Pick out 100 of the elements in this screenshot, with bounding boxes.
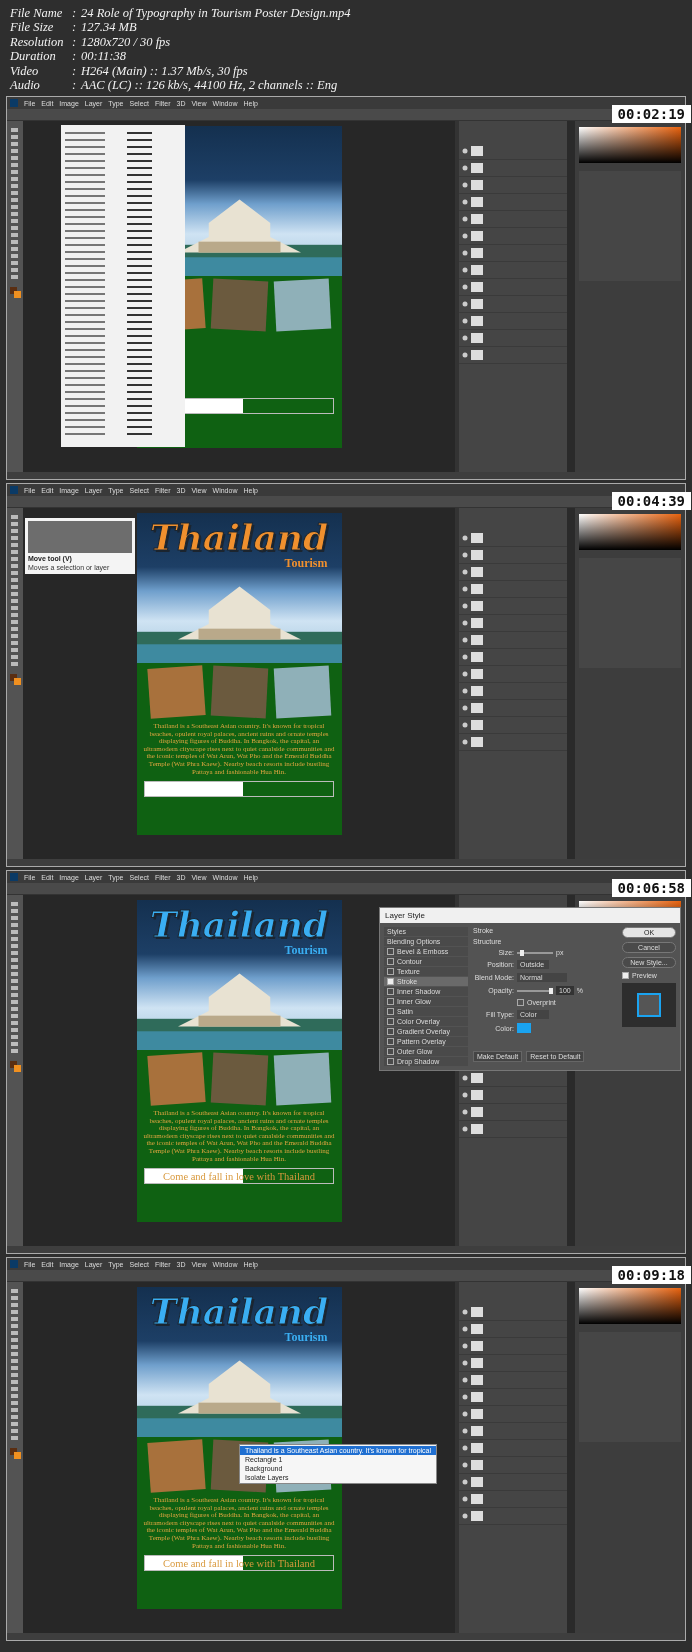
layer-row[interactable]	[459, 211, 567, 228]
layer-row[interactable]	[459, 1087, 567, 1104]
layer-row[interactable]	[459, 1304, 567, 1321]
layer-thumbnail	[471, 1426, 483, 1436]
layer-row[interactable]	[459, 700, 567, 717]
eye-icon[interactable]	[462, 1126, 468, 1132]
eye-icon[interactable]	[462, 148, 468, 154]
layer-row[interactable]	[459, 547, 567, 564]
eye-icon[interactable]	[462, 233, 468, 239]
color-swatch[interactable]	[517, 1023, 531, 1033]
eye-icon[interactable]	[462, 1411, 468, 1417]
info-label: Audio	[10, 78, 41, 93]
layer-row[interactable]	[459, 615, 567, 632]
layer-row[interactable]	[459, 1457, 567, 1474]
eye-icon[interactable]	[462, 1092, 468, 1098]
eye-icon[interactable]	[462, 1445, 468, 1451]
layer-row[interactable]	[459, 347, 567, 364]
eye-icon[interactable]	[462, 1394, 468, 1400]
layer-row[interactable]	[459, 666, 567, 683]
layer-row[interactable]	[459, 1121, 567, 1138]
layer-row[interactable]	[459, 194, 567, 211]
eye-icon[interactable]	[462, 1479, 468, 1485]
eye-icon[interactable]	[462, 603, 468, 609]
eye-icon[interactable]	[462, 1109, 468, 1115]
layer-row[interactable]	[459, 262, 567, 279]
eye-icon[interactable]	[462, 352, 468, 358]
layer-row[interactable]	[459, 1104, 567, 1121]
color-picker[interactable]	[579, 127, 681, 163]
layer-row[interactable]	[459, 598, 567, 615]
eye-icon[interactable]	[462, 301, 468, 307]
eye-icon[interactable]	[462, 1075, 468, 1081]
eye-icon[interactable]	[462, 1377, 468, 1383]
layer-row[interactable]	[459, 1491, 567, 1508]
layer-row[interactable]	[459, 1338, 567, 1355]
eye-icon[interactable]	[462, 199, 468, 205]
layer-row[interactable]	[459, 1321, 567, 1338]
layer-row[interactable]	[459, 1423, 567, 1440]
color-picker[interactable]	[579, 1288, 681, 1324]
eye-icon[interactable]	[462, 688, 468, 694]
layer-row[interactable]	[459, 581, 567, 598]
layer-row[interactable]	[459, 1406, 567, 1423]
eye-icon[interactable]	[462, 1513, 468, 1519]
photo-placeholder	[146, 665, 206, 719]
eye-icon[interactable]	[462, 1360, 468, 1366]
eye-icon[interactable]	[462, 586, 468, 592]
layer-row[interactable]	[459, 296, 567, 313]
color-picker[interactable]	[579, 514, 681, 550]
layer-row[interactable]	[459, 1508, 567, 1525]
eye-icon[interactable]	[462, 535, 468, 541]
layer-row[interactable]	[459, 313, 567, 330]
eye-icon[interactable]	[462, 335, 468, 341]
slider-thumb[interactable]	[549, 987, 554, 994]
eye-icon[interactable]	[462, 654, 468, 660]
eye-icon[interactable]	[462, 182, 468, 188]
layer-row[interactable]	[459, 1389, 567, 1406]
eye-icon[interactable]	[462, 1428, 468, 1434]
eye-icon[interactable]	[462, 318, 468, 324]
layer-thumbnail	[471, 618, 483, 628]
opacity-slider[interactable]	[517, 989, 553, 992]
layer-row[interactable]	[459, 330, 567, 347]
eye-icon[interactable]	[462, 1496, 468, 1502]
layer-thumbnail	[471, 1124, 483, 1134]
eye-icon[interactable]	[462, 722, 468, 728]
eye-icon[interactable]	[462, 1462, 468, 1468]
layer-thumbnail	[471, 669, 483, 679]
layer-row[interactable]	[459, 228, 567, 245]
eye-icon[interactable]	[462, 165, 468, 171]
layer-row[interactable]	[459, 143, 567, 160]
layer-row[interactable]	[459, 530, 567, 547]
eye-icon[interactable]	[462, 267, 468, 273]
eye-icon[interactable]	[462, 739, 468, 745]
layer-row[interactable]	[459, 649, 567, 666]
layer-row[interactable]	[459, 683, 567, 700]
eye-icon[interactable]	[462, 1326, 468, 1332]
eye-icon[interactable]	[462, 216, 468, 222]
layer-row[interactable]	[459, 245, 567, 262]
eye-icon[interactable]	[462, 1343, 468, 1349]
eye-icon[interactable]	[462, 620, 468, 626]
layer-row[interactable]	[459, 1474, 567, 1491]
slider-thumb[interactable]	[520, 949, 525, 956]
layer-row[interactable]	[459, 160, 567, 177]
poster-subtitle: Tourism	[284, 944, 328, 957]
eye-icon[interactable]	[462, 284, 468, 290]
layer-row[interactable]	[459, 1355, 567, 1372]
layer-row[interactable]	[459, 734, 567, 751]
size-slider[interactable]	[517, 951, 553, 954]
layer-row[interactable]	[459, 717, 567, 734]
eye-icon[interactable]	[462, 1309, 468, 1315]
eye-icon[interactable]	[462, 552, 468, 558]
layer-row[interactable]	[459, 564, 567, 581]
layer-row[interactable]	[459, 1440, 567, 1457]
eye-icon[interactable]	[462, 250, 468, 256]
layer-row[interactable]	[459, 279, 567, 296]
layer-row[interactable]	[459, 1372, 567, 1389]
eye-icon[interactable]	[462, 569, 468, 575]
eye-icon[interactable]	[462, 705, 468, 711]
eye-icon[interactable]	[462, 637, 468, 643]
eye-icon[interactable]	[462, 671, 468, 677]
layer-row[interactable]	[459, 632, 567, 649]
layer-row[interactable]	[459, 177, 567, 194]
